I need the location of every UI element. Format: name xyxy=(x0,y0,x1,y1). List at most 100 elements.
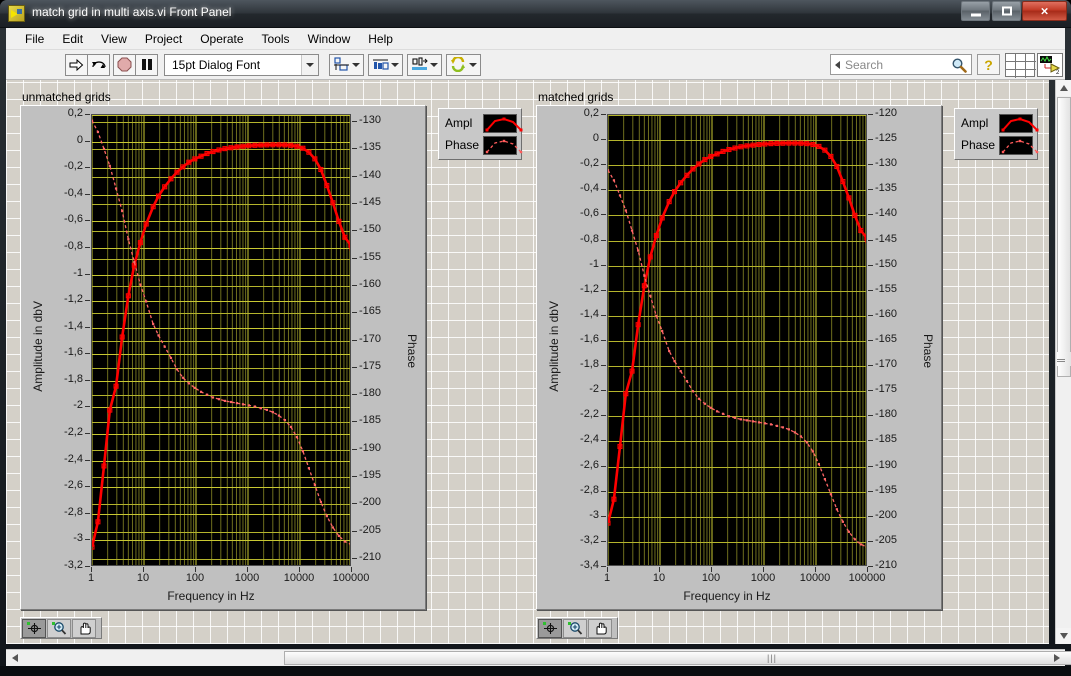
scroll-left-button[interactable] xyxy=(6,650,23,666)
graph-1-legend[interactable]: Ampl Phase xyxy=(438,108,523,160)
y-right-tick-label: -195 xyxy=(875,483,898,496)
y-right-tick-label: -135 xyxy=(875,182,898,195)
scroll-down-button[interactable] xyxy=(1056,628,1071,644)
grip-dots-icon xyxy=(1057,359,1065,362)
graph-1-plot-area[interactable] xyxy=(91,114,351,566)
reorder-icon xyxy=(451,57,465,72)
legend-label-phase: Phase xyxy=(961,138,996,152)
y-left-tick-mark xyxy=(85,379,90,381)
legend-row-phase[interactable]: Phase xyxy=(959,134,1039,156)
search-caret-icon xyxy=(835,60,840,69)
y-left-tick-label: -1 xyxy=(73,266,83,279)
y-right-tick-mark xyxy=(352,175,357,177)
menu-item-operate[interactable]: Operate xyxy=(191,29,252,49)
vertical-scroll-grip[interactable] xyxy=(1057,352,1071,366)
x-tick-label: 1000 xyxy=(750,572,776,584)
y-right-tick-mark xyxy=(352,394,357,396)
graph-2-palette[interactable] xyxy=(536,617,618,639)
toolbar: 15pt Dialog Font Search ? 2 xyxy=(6,50,1065,80)
legend-label-ampl: Ampl xyxy=(961,116,989,130)
legend-row-phase[interactable]: Phase xyxy=(443,134,523,156)
x-tick-label: 100000 xyxy=(848,572,886,584)
legend-row-ampl[interactable]: Ampl xyxy=(959,112,1039,134)
pan-tool-button[interactable] xyxy=(588,618,612,638)
menu-item-file[interactable]: File xyxy=(16,29,53,49)
y-left-tick-mark xyxy=(601,239,606,241)
y-right-tick-label: -140 xyxy=(875,207,898,220)
menu-item-help[interactable]: Help xyxy=(359,29,402,49)
pan-tool-button[interactable] xyxy=(72,618,96,638)
distribute-objects-button[interactable] xyxy=(368,53,403,76)
pause-button[interactable] xyxy=(135,53,158,76)
menu-item-view[interactable]: View xyxy=(92,29,136,49)
panel-horizontal-scrollbar[interactable]: ||| xyxy=(6,649,1071,666)
vi-hierarchy-icon: 2 xyxy=(1040,55,1061,75)
font-selector[interactable]: 15pt Dialog Font xyxy=(164,53,319,76)
x-tick-label: 10000 xyxy=(799,572,831,584)
legend-swatch-ampl[interactable] xyxy=(483,113,523,133)
menu-item-edit[interactable]: Edit xyxy=(53,29,92,49)
run-continuously-button[interactable] xyxy=(87,53,110,76)
x-tick-label: 10000 xyxy=(283,572,315,584)
graph-1-palette[interactable] xyxy=(20,617,102,639)
zoom-tool-button[interactable] xyxy=(47,618,71,638)
y-left-tick-label: -2,8 xyxy=(64,505,83,518)
y-right-tick-label: -125 xyxy=(875,132,898,145)
menu-item-tools[interactable]: Tools xyxy=(253,29,299,49)
zoom-tool-button[interactable] xyxy=(563,618,587,638)
x-tick-label: 100 xyxy=(701,572,721,584)
y-right-tick-mark xyxy=(868,289,873,291)
legend-swatch-ampl[interactable] xyxy=(999,113,1039,133)
y-left-tick-label: -1,8 xyxy=(580,358,599,371)
y-left-tick-mark xyxy=(601,189,606,191)
scroll-right-button[interactable] xyxy=(1048,650,1065,666)
maximize-button[interactable] xyxy=(992,1,1021,21)
vertical-scroll-thumb[interactable] xyxy=(1057,97,1071,377)
graph-2-legend[interactable]: Ampl Phase xyxy=(954,108,1039,160)
cursor-move-tool-button[interactable] xyxy=(22,618,46,638)
y-right-tick-mark xyxy=(868,415,873,417)
graph-unmatched-grids[interactable]: Amplitude in dbV Phase Frequency in Hz 0… xyxy=(20,105,426,610)
y-left-tick-label: -1,4 xyxy=(580,307,599,320)
y-left-tick-label: -3,2 xyxy=(580,533,599,546)
abort-button[interactable] xyxy=(113,53,136,76)
minimize-button[interactable] xyxy=(961,1,990,21)
search-input[interactable]: Search xyxy=(830,54,972,75)
context-help-button[interactable] xyxy=(1005,53,1036,78)
y-left-tick-mark xyxy=(85,300,90,302)
scroll-up-button[interactable] xyxy=(1056,80,1071,96)
graph-2-plot-area[interactable] xyxy=(607,114,867,566)
resize-objects-button[interactable] xyxy=(407,53,442,76)
reorder-button[interactable] xyxy=(446,53,481,76)
run-button[interactable] xyxy=(65,53,88,76)
menu-item-project[interactable]: Project xyxy=(136,29,191,49)
ni-example-finder-button[interactable]: 2 xyxy=(1037,53,1063,77)
y-right-tick-label: -180 xyxy=(359,387,382,400)
graph-1-traces xyxy=(92,119,350,550)
chevron-right-icon xyxy=(1053,654,1060,662)
horizontal-scroll-thumb[interactable]: ||| xyxy=(284,651,1071,665)
labview-vi-icon xyxy=(8,5,25,22)
x-tick-mark xyxy=(867,567,868,572)
x-tick-mark xyxy=(299,567,300,572)
legend-swatch-phase[interactable] xyxy=(999,135,1039,155)
panel-vertical-scrollbar[interactable] xyxy=(1055,80,1071,644)
run-continuously-icon xyxy=(91,60,106,68)
x-tick-mark xyxy=(607,567,608,572)
y-left-tick-mark xyxy=(601,164,606,166)
y-right-tick-mark xyxy=(352,121,357,122)
close-button[interactable]: × xyxy=(1022,1,1067,21)
help-button[interactable]: ? xyxy=(977,54,1000,75)
y-left-tick-mark xyxy=(601,390,606,392)
cursor-move-tool-button[interactable] xyxy=(538,618,562,638)
y-left-tick-label: -2,2 xyxy=(64,426,83,439)
align-objects-button[interactable] xyxy=(329,53,364,76)
legend-swatch-phase[interactable] xyxy=(483,135,523,155)
y-left-tick-label: -1,4 xyxy=(64,319,83,332)
y-left-tick-mark xyxy=(85,353,90,355)
graph-2-label: matched grids xyxy=(538,90,614,104)
legend-row-ampl[interactable]: Ampl xyxy=(443,112,523,134)
menu-item-window[interactable]: Window xyxy=(299,29,360,49)
graph-matched-grids[interactable]: Amplitude in dbV Phase Frequency in Hz 0… xyxy=(536,105,942,610)
chevron-down-icon[interactable] xyxy=(301,54,318,75)
